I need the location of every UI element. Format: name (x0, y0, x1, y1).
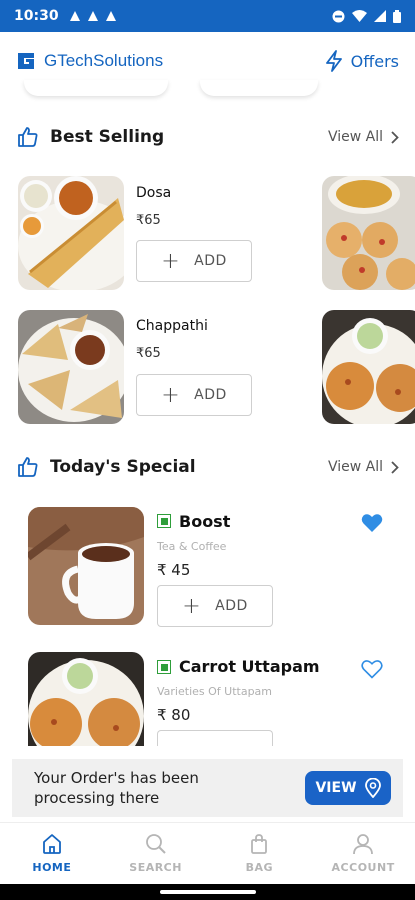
add-button[interactable] (157, 730, 273, 746)
view-order-button[interactable]: VIEW (305, 771, 391, 805)
plus-icon: + (161, 248, 181, 274)
chevron-right-icon (391, 460, 399, 474)
status-bar: 10:30 (0, 0, 415, 32)
offers-label: Offers (350, 51, 399, 71)
carrot-uttapam-image[interactable] (28, 652, 144, 746)
notification-icon (105, 11, 116, 21)
chevron-right-icon (391, 130, 399, 144)
section-title: Today's Special (50, 457, 196, 477)
item-image-peek[interactable] (322, 176, 415, 290)
item-category: Tea & Coffee (157, 540, 227, 553)
todays-special-header: Today's Special View All (16, 452, 399, 482)
nav-label: HOME (32, 861, 72, 874)
wifi-icon (352, 10, 367, 22)
view-all-link[interactable]: View All (328, 129, 399, 145)
category-card[interactable] (24, 80, 168, 96)
section-title: Best Selling (50, 127, 165, 147)
brand-logo-icon (18, 53, 34, 69)
add-button[interactable]: + ADD (136, 374, 252, 416)
heart-filled-icon[interactable] (361, 513, 383, 533)
notification-icon (87, 11, 98, 21)
chappathi-image[interactable] (18, 310, 124, 424)
nav-bag[interactable]: BAG (208, 823, 312, 884)
item-name: Boost (179, 512, 231, 531)
brand-name: GTechSolutions (44, 51, 164, 70)
account-icon (353, 834, 374, 855)
heart-outline-icon[interactable] (361, 659, 383, 679)
thumbs-up-icon (18, 127, 38, 147)
notification-icons (69, 10, 117, 22)
nav-label: ACCOUNT (331, 861, 395, 874)
order-status-text: Your Order's has been processing there (34, 769, 199, 807)
thumbs-up-icon (18, 457, 38, 477)
item-price: ₹ 80 (157, 706, 191, 724)
add-label: ADD (215, 598, 248, 614)
item-name: Carrot Uttapam (179, 657, 320, 676)
home-icon (42, 834, 61, 854)
home-indicator[interactable] (160, 890, 256, 894)
item-price: ₹65 (136, 213, 161, 228)
plus-icon: + (182, 593, 202, 619)
search-icon (145, 834, 166, 854)
veg-indicator-icon (157, 660, 171, 674)
view-all-label: View All (327, 459, 383, 475)
status-time: 10:30 (14, 8, 59, 24)
brand[interactable]: GTechSolutions (16, 51, 163, 71)
gesture-bar (0, 884, 415, 900)
nav-home[interactable]: HOME (0, 823, 104, 884)
nav-search[interactable]: SEARCH (104, 823, 208, 884)
system-icons (332, 9, 401, 23)
offers-button[interactable]: Offers (325, 50, 399, 72)
item-image-peek[interactable] (322, 310, 415, 424)
bottom-navigation: HOME SEARCH BAG ACCOUNT (0, 822, 415, 884)
location-pin-icon (364, 778, 381, 798)
add-label: ADD (194, 387, 227, 403)
notification-icon (69, 11, 80, 21)
dosa-image[interactable] (18, 176, 124, 290)
view-all-link[interactable]: View All (328, 459, 399, 475)
item-name: Dosa (136, 185, 172, 201)
bag-icon (251, 834, 268, 854)
best-selling-header: Best Selling View All (16, 122, 399, 152)
nav-account[interactable]: ACCOUNT (311, 823, 415, 884)
dnd-icon (332, 10, 345, 22)
signal-icon (374, 10, 386, 22)
battery-icon (393, 9, 401, 23)
add-button[interactable]: + ADD (136, 240, 252, 282)
item-category: Varieties Of Uttapam (157, 685, 273, 698)
veg-indicator-icon (157, 514, 171, 528)
item-price: ₹65 (136, 346, 161, 361)
plus-icon: + (161, 382, 181, 408)
lightning-icon (325, 50, 342, 72)
category-card[interactable] (200, 80, 318, 96)
item-name: Chappathi (136, 318, 208, 334)
view-label: VIEW (315, 780, 357, 796)
nav-label: SEARCH (129, 861, 182, 874)
add-button[interactable]: + ADD (157, 585, 273, 627)
order-status-banner: Your Order's has been processing there V… (12, 759, 403, 817)
nav-label: BAG (245, 861, 274, 874)
boost-image[interactable] (28, 507, 144, 625)
add-label: ADD (194, 253, 227, 269)
item-price: ₹ 45 (157, 561, 191, 579)
view-all-label: View All (327, 129, 383, 145)
